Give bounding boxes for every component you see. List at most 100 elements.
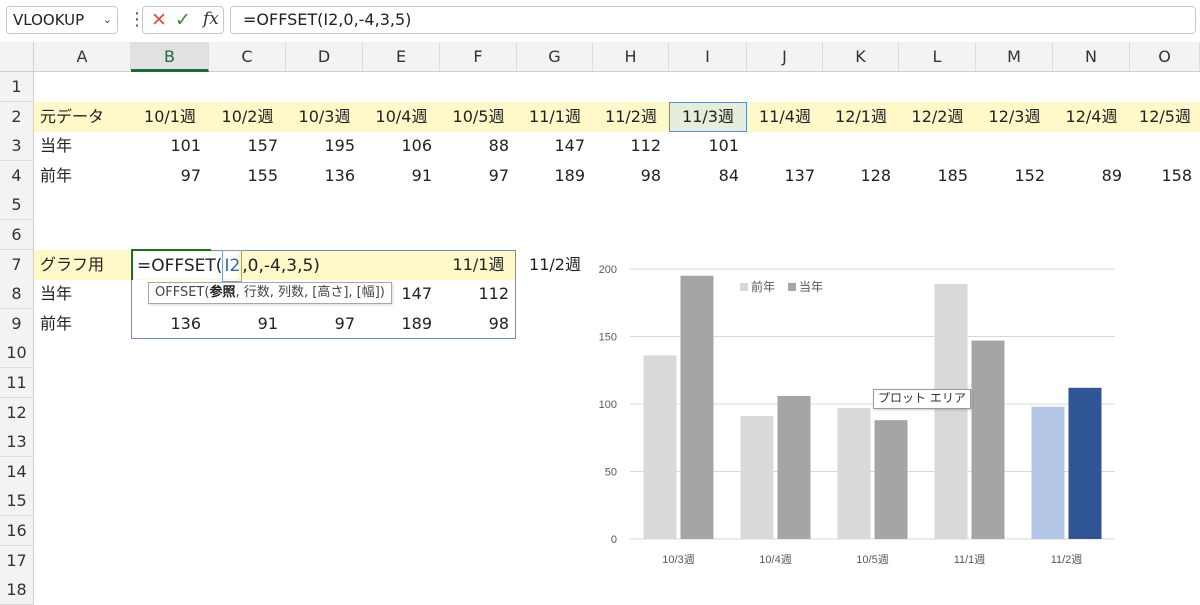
cell-prior-year-value[interactable]: 97 [440,161,517,191]
b7-formula-edit[interactable]: =OFFSET(I2,0,-4,3,5) [131,250,331,282]
cell-prior-year-value[interactable]: 89 [1053,161,1130,191]
cell-week-header[interactable]: 11/4週 [747,102,823,132]
cell-prior-year-value[interactable]: 84 [669,161,747,191]
cell-week-header[interactable]: 12/1週 [823,102,899,132]
row-header-13[interactable]: 13 [0,427,34,458]
cell-current-year-value[interactable]: 147 [517,131,593,161]
row-header-7[interactable]: 7 [0,249,34,280]
row-header-16[interactable]: 16 [0,516,34,546]
cell-week-header[interactable]: 10/1週 [131,102,209,132]
y-tick-label: 50 [605,467,617,479]
cell-a8[interactable]: 当年 [34,279,131,309]
column-header-c[interactable]: C [209,42,286,72]
column-header-m[interactable]: M [976,42,1053,72]
row-header-12[interactable]: 12 [0,397,34,428]
chevron-down-icon[interactable]: ⌄ [103,7,112,33]
column-header-g[interactable]: G [517,42,593,72]
edit-suffix: ,0,-4,3,5) [242,256,320,276]
row-header-14[interactable]: 14 [0,456,34,487]
cell-current-year-value[interactable]: 112 [593,131,669,161]
cell-week-header[interactable]: 10/4週 [363,102,440,132]
y-tick-label: 150 [599,332,617,344]
cell-prior-year-value[interactable]: 155 [209,161,286,191]
y-tick-label: 0 [611,534,617,546]
cell-g7[interactable]: 11/2週 [517,250,593,280]
cell-prior-year-value[interactable]: 128 [823,161,899,191]
cell-week-header[interactable]: 11/2週 [593,102,669,132]
cell-week-header[interactable]: 12/2週 [899,102,976,132]
cell-week-header[interactable]: 12/5週 [1130,102,1200,132]
cell-current-year-value[interactable]: 88 [440,131,517,161]
column-header-a[interactable]: A [34,42,131,72]
row-header-18[interactable]: 18 [0,575,34,605]
legend-swatch [740,283,748,291]
row-header-9[interactable]: 9 [0,308,34,339]
insert-function-icon[interactable]: fx [203,9,219,29]
cell-current-year-value[interactable]: 101 [131,131,209,161]
row-header-17[interactable]: 17 [0,545,34,576]
column-header-k[interactable]: K [823,42,899,72]
cell-current-year-value[interactable]: 101 [669,131,747,161]
cell-a7[interactable]: グラフ用 [34,250,131,280]
cell-a9[interactable]: 前年 [34,309,131,339]
cell-prior-year-value[interactable]: 91 [363,161,440,191]
row-header-11[interactable]: 11 [0,368,34,398]
row-header-15[interactable]: 15 [0,486,34,517]
formula-input[interactable]: =OFFSET(I2,0,-4,3,5) [230,6,1196,34]
row-header-4[interactable]: 4 [0,160,34,191]
column-header-d[interactable]: D [286,42,363,72]
cancel-icon[interactable]: ✕ [151,9,167,31]
x-tick-label: 11/2週 [1051,553,1083,566]
cell-a4[interactable]: 前年 [34,161,131,191]
cell-prior-year-value[interactable]: 152 [976,161,1053,191]
row-header-10[interactable]: 10 [0,338,34,369]
cell-prior-year-value[interactable]: 158 [1130,161,1200,191]
column-header-l[interactable]: L [899,42,976,72]
cell-week-header[interactable]: 11/1週 [517,102,593,132]
cell-week-header[interactable]: 10/3週 [286,102,363,132]
bar-current-year [680,275,714,539]
cell-a3[interactable]: 当年 [34,131,131,161]
row-header-2[interactable]: 2 [0,101,34,132]
row-header-8[interactable]: 8 [0,279,34,310]
cell-prior-year-value[interactable]: 136 [286,161,363,191]
cell-prior-year-value[interactable]: 189 [517,161,593,191]
cell-current-year-value[interactable]: 195 [286,131,363,161]
cell-week-header[interactable]: 10/5週 [440,102,517,132]
cell-week-header[interactable]: 10/2週 [209,102,286,132]
cell-current-year-value[interactable]: 106 [363,131,440,161]
column-header-n[interactable]: N [1053,42,1130,72]
bar-current-year [1068,387,1102,539]
cell-current-year-value[interactable]: 157 [209,131,286,161]
enter-icon[interactable]: ✓ [175,9,191,31]
bar-current-year [874,420,908,539]
select-all-corner[interactable] [0,42,34,72]
bar-current-year [777,395,811,539]
name-box[interactable]: VLOOKUP ⌄ [6,6,118,34]
tooltip-rest: , 行数, 列数, [高さ], [幅]) [235,285,385,300]
formula-buttons: ✕ ✓ fx [142,6,224,34]
cell-week-header[interactable]: 12/3週 [976,102,1053,132]
row-header-3[interactable]: 3 [0,131,34,162]
cell-week-header[interactable]: 12/4週 [1053,102,1130,132]
column-header-j[interactable]: J [747,42,823,72]
row-header-5[interactable]: 5 [0,190,34,221]
row-header-6[interactable]: 6 [0,220,34,250]
row-header-1[interactable]: 1 [0,72,34,102]
cell-a2[interactable]: 元データ [34,102,131,132]
cell-prior-year-value[interactable]: 137 [747,161,823,191]
cell-prior-year-value[interactable]: 185 [899,161,976,191]
bar-chart[interactable]: 0 50 100 150 200 10/3週 10/4週 10/5週 11/1週 11/2週 前年 当… [585,252,1200,582]
cell-prior-year-value[interactable]: 98 [593,161,669,191]
chart-svg: 0 50 100 150 200 10/3週 10/4週 10/5週 11/1週 11/2週 前年 当… [599,264,1115,566]
column-header-b[interactable]: B [131,42,209,72]
function-tooltip: OFFSET(参照, 行数, 列数, [高さ], [幅]) [148,282,392,304]
cell-week-header[interactable]: 11/3週 [669,102,747,132]
bar-current-year [971,340,1005,539]
column-header-f[interactable]: F [440,42,517,72]
column-header-o[interactable]: O [1130,42,1200,72]
cell-prior-year-value[interactable]: 97 [131,161,209,191]
column-header-i[interactable]: I [669,42,747,72]
column-header-e[interactable]: E [363,42,440,72]
column-header-h[interactable]: H [593,42,669,72]
